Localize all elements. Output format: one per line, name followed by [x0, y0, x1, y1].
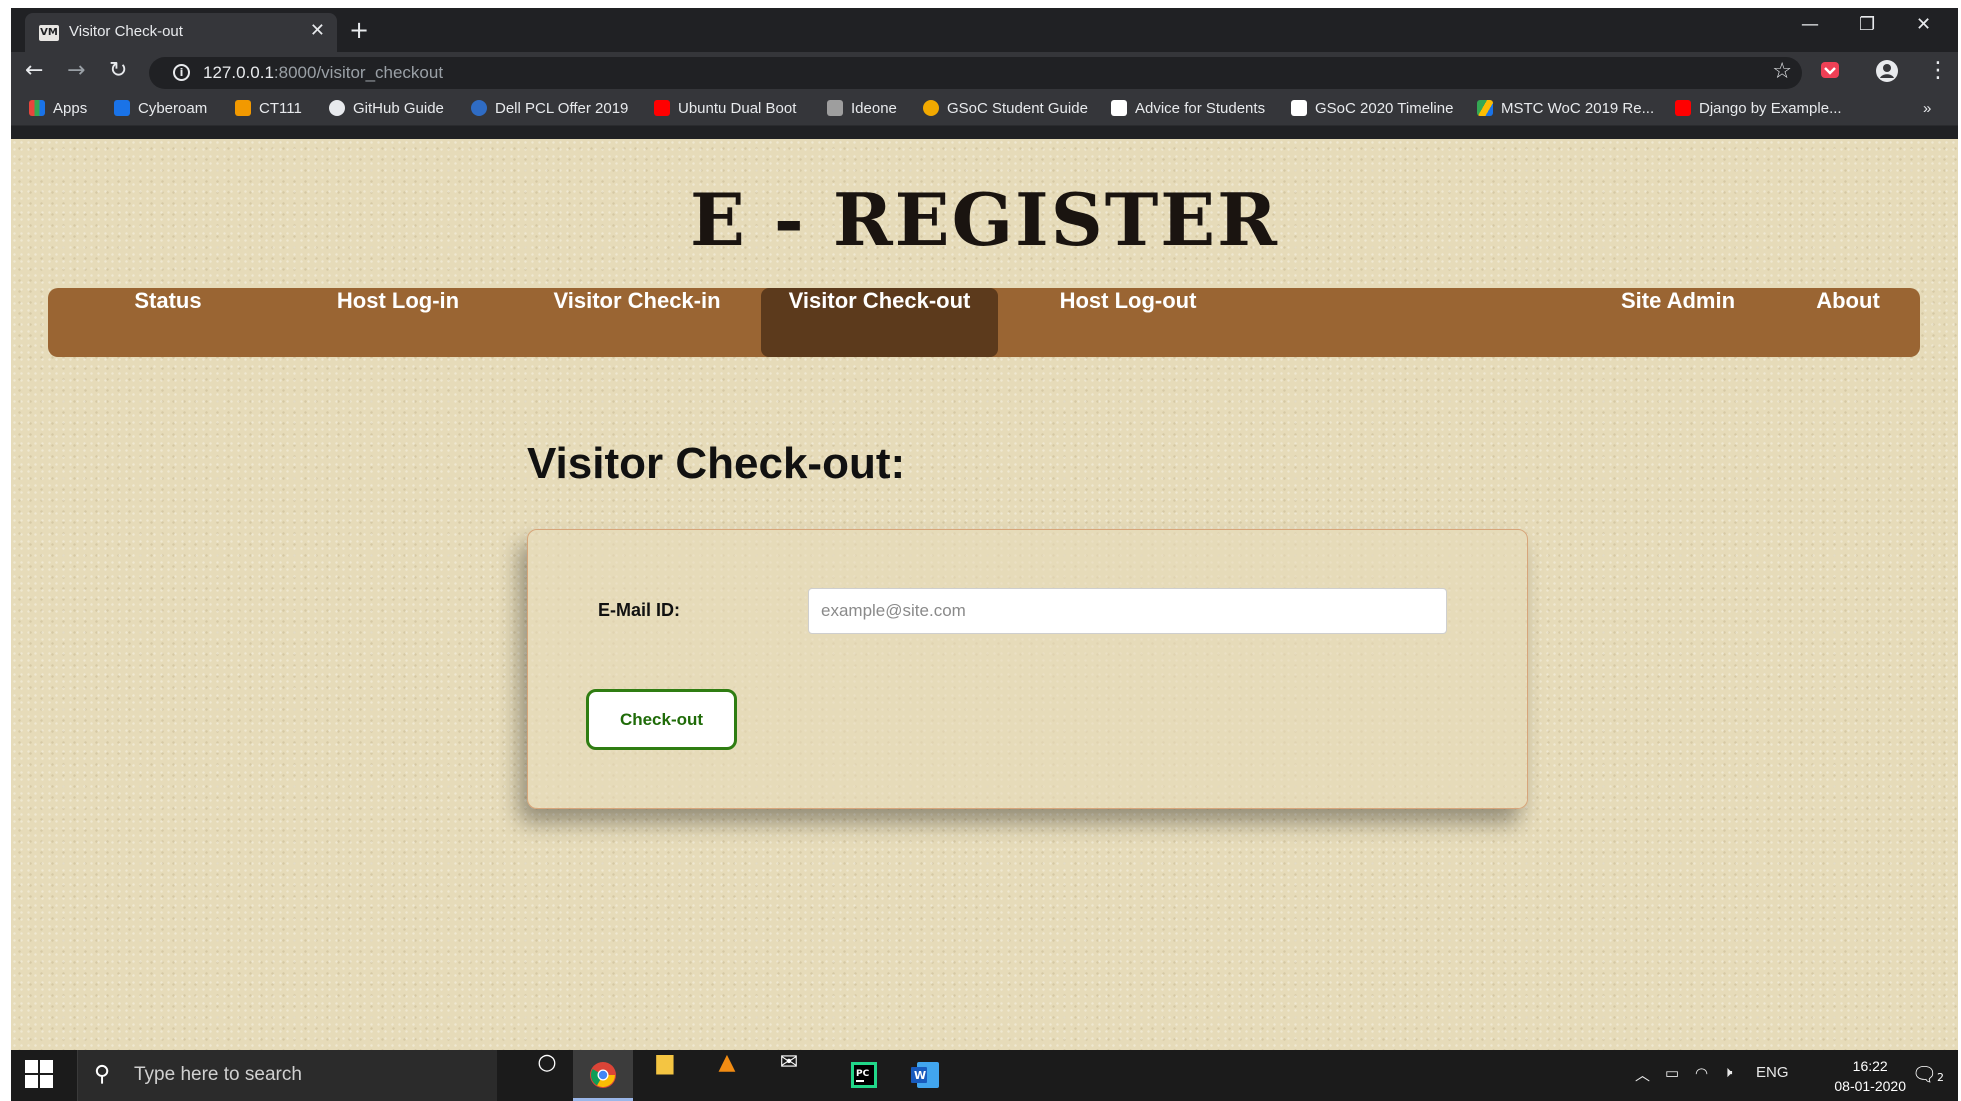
bookmarks-bar: Apps Cyberoam CT111 GitHub Guide Dell PC… — [11, 94, 1958, 126]
language-indicator[interactable]: ENG — [1756, 1064, 1789, 1081]
file-explorer-icon[interactable]: ▆ — [635, 1050, 695, 1101]
nav-visitor-checkout[interactable]: Visitor Check-out — [761, 288, 998, 357]
browser-toolbar: ← → ↻ i 127.0.0.1:8000/visitor_checkout … — [11, 52, 1958, 94]
url-path: :8000/visitor_checkout — [273, 63, 444, 82]
back-arrow-icon[interactable]: ← — [25, 58, 43, 83]
bookmark-star-icon[interactable]: ☆ — [1772, 59, 1792, 84]
cyberoam-icon — [114, 100, 130, 116]
address-bar[interactable]: i 127.0.0.1:8000/visitor_checkout ☆ — [149, 57, 1802, 89]
google-drive-icon — [1477, 100, 1493, 116]
pycharm-icon[interactable]: PC — [834, 1050, 894, 1101]
more-bookmarks-icon[interactable]: » — [1923, 100, 1931, 117]
word-icon[interactable]: W — [895, 1050, 955, 1101]
bookmark-github-guide[interactable]: GitHub Guide — [329, 100, 444, 117]
pocket-extension-icon[interactable] — [1819, 59, 1841, 85]
site-info-icon[interactable]: i — [173, 64, 190, 81]
gsoc-code-icon — [1291, 100, 1307, 116]
email-label: E-Mail ID: — [598, 600, 681, 620]
youtube-icon — [1675, 100, 1691, 116]
wifi-icon[interactable]: ◠ — [1695, 1064, 1708, 1082]
notification-count: 2 — [1937, 1071, 1944, 1084]
notification-center-icon[interactable]: 🗨2 — [1912, 1062, 1944, 1086]
youtube-icon — [654, 100, 670, 116]
restore-icon[interactable]: ❐ — [1859, 14, 1875, 35]
bookmark-dell-pcl[interactable]: Dell PCL Offer 2019 — [471, 100, 628, 117]
page-viewport: E - REGISTER Status Host Log-in Visitor … — [11, 139, 1958, 1058]
nav-host-login[interactable]: Host Log-in — [308, 288, 488, 357]
tab-title: Visitor Check-out — [69, 23, 183, 40]
main-navbar: Status Host Log-in Visitor Check-in Visi… — [48, 288, 1920, 357]
menu-kebab-icon[interactable]: ⋮ — [1927, 58, 1949, 83]
browser-window: VM Visitor Check-out ✕ + — ❐ ✕ ← → ↻ i 1… — [11, 8, 1958, 1101]
bookmark-ubuntu-dual-boot[interactable]: Ubuntu Dual Boot — [654, 100, 796, 117]
nav-host-logout[interactable]: Host Log-out — [1038, 288, 1218, 357]
close-tab-icon[interactable]: ✕ — [310, 20, 325, 41]
bookmark-gsoc-guide[interactable]: GSoC Student Guide — [923, 100, 1088, 117]
bookmark-ideone[interactable]: Ideone — [827, 100, 897, 117]
nav-site-admin[interactable]: Site Admin — [1608, 288, 1748, 357]
url-host: 127.0.0.1 — [203, 63, 274, 82]
ideone-icon — [827, 100, 843, 116]
windows-taskbar: ⚲ Type here to search ○ ▆ ▲ ✉ PC W ︿ ▭ ◠… — [11, 1050, 1958, 1101]
github-icon — [329, 100, 345, 116]
volume-muted-icon[interactable]: 🕨 — [1723, 1064, 1732, 1081]
windows-start-icon[interactable] — [25, 1060, 53, 1088]
reload-icon[interactable]: ↻ — [109, 58, 127, 83]
taskbar-search-box[interactable]: ⚲ Type here to search — [77, 1050, 497, 1101]
checkout-form: E-Mail ID: Check-out — [527, 529, 1528, 809]
bookmark-mstc-woc[interactable]: MSTC WoC 2019 Re... — [1477, 100, 1654, 117]
url-text[interactable]: 127.0.0.1:8000/visitor_checkout — [203, 63, 443, 83]
mail-icon[interactable]: ✉ — [759, 1050, 819, 1101]
gsoc-sun-icon — [923, 100, 939, 116]
nav-about[interactable]: About — [1798, 288, 1898, 357]
page-title: Visitor Check-out: — [527, 439, 906, 488]
apps-grid-icon — [29, 100, 45, 116]
dell-icon — [471, 100, 487, 116]
forward-arrow-icon[interactable]: → — [67, 58, 85, 83]
svg-text:W: W — [914, 1069, 926, 1082]
tray-expand-icon[interactable]: ︿ — [1635, 1064, 1650, 1085]
nav-visitor-checkin[interactable]: Visitor Check-in — [537, 288, 737, 357]
svg-text:PC: PC — [856, 1069, 870, 1079]
search-icon: ⚲ — [94, 1062, 111, 1087]
bookmark-ct111[interactable]: CT111 — [235, 100, 302, 117]
clock-date: 08-01-2020 — [1834, 1078, 1906, 1094]
battery-icon[interactable]: ▭ — [1665, 1064, 1679, 1082]
chrome-icon[interactable] — [573, 1050, 633, 1101]
bookmark-django-example[interactable]: Django by Example... — [1675, 100, 1842, 117]
tab-visitor-checkout[interactable]: VM Visitor Check-out ✕ — [25, 13, 337, 52]
profile-avatar-icon[interactable] — [1875, 59, 1899, 87]
clock-time: 16:22 — [1852, 1058, 1888, 1074]
site-favicon-icon: VM — [39, 25, 59, 41]
new-tab-icon[interactable]: + — [349, 16, 369, 44]
nav-status[interactable]: Status — [88, 288, 248, 357]
taskbar-search-placeholder: Type here to search — [134, 1064, 302, 1085]
cortana-icon[interactable]: ○ — [517, 1050, 577, 1101]
bookmark-gsoc-timeline[interactable]: GSoC 2020 Timeline — [1291, 100, 1453, 117]
bookmark-apps[interactable]: Apps — [29, 100, 87, 117]
tab-strip: VM Visitor Check-out ✕ + — ❐ ✕ — [11, 8, 1958, 52]
bookmark-advice-students[interactable]: Advice for Students — [1111, 100, 1265, 117]
ct111-icon — [235, 100, 251, 116]
vlc-icon[interactable]: ▲ — [697, 1050, 757, 1101]
minimize-icon[interactable]: — — [1801, 14, 1819, 35]
site-logo: E - REGISTER — [689, 177, 1280, 262]
bookmark-cyberoam[interactable]: Cyberoam — [114, 100, 207, 117]
email-input[interactable] — [808, 588, 1447, 634]
checkout-button[interactable]: Check-out — [586, 689, 737, 750]
gsoc-code-icon — [1111, 100, 1127, 116]
close-window-icon[interactable]: ✕ — [1916, 14, 1931, 35]
system-clock[interactable]: 16:22 08-01-2020 — [1834, 1056, 1906, 1096]
